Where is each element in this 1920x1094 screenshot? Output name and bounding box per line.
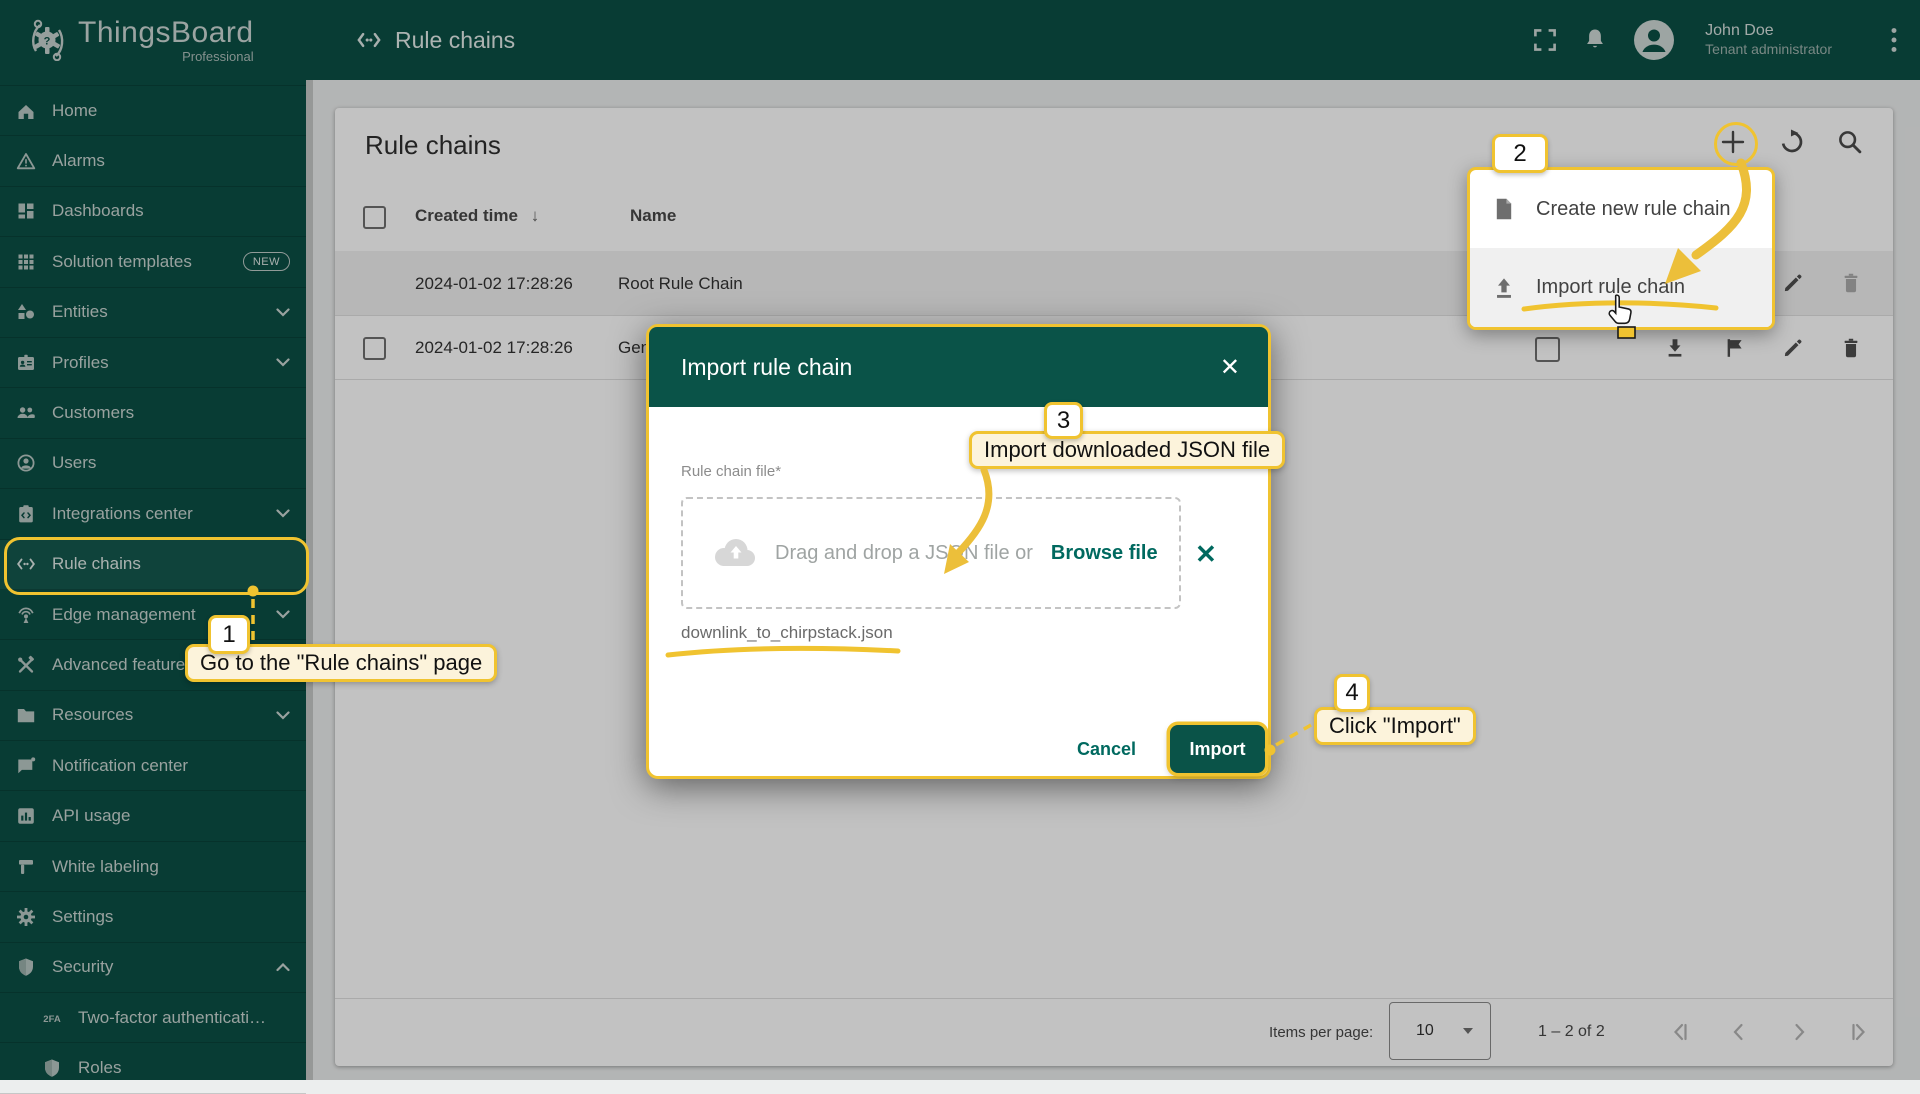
cancel-button[interactable]: Cancel bbox=[1077, 739, 1136, 760]
import-button[interactable]: Import bbox=[1170, 725, 1265, 773]
add-rule-chain-menu: Create new rule chain Import rule chain bbox=[1467, 167, 1775, 330]
dialog-title: Import rule chain bbox=[681, 354, 852, 381]
menu-item-import[interactable]: Import rule chain bbox=[1470, 248, 1772, 327]
upload-icon bbox=[1492, 276, 1516, 300]
step4-number-badge: 4 bbox=[1334, 674, 1370, 712]
cloud-upload-icon bbox=[711, 536, 757, 570]
import-rule-chain-dialog: Import rule chain ✕ Rule chain file* Dra… bbox=[646, 324, 1271, 779]
step2-number-badge: 2 bbox=[1492, 134, 1548, 173]
step1-number-badge: 1 bbox=[208, 615, 250, 654]
dropzone-text: Drag and drop a JSON file or bbox=[775, 542, 1033, 565]
thingsboard-app: { "brand": {"name": "ThingsBoard", "edit… bbox=[0, 0, 1920, 1080]
document-icon bbox=[1492, 197, 1516, 221]
dialog-header: Import rule chain ✕ bbox=[649, 327, 1268, 407]
menu-item-label: Create new rule chain bbox=[1536, 198, 1731, 221]
close-icon[interactable]: ✕ bbox=[1220, 353, 1240, 382]
file-field-label: Rule chain file* bbox=[681, 463, 781, 480]
step3-number-badge: 3 bbox=[1044, 402, 1083, 439]
clear-file-icon[interactable]: ✕ bbox=[1195, 539, 1217, 570]
menu-item-create-new[interactable]: Create new rule chain bbox=[1470, 170, 1772, 248]
step3-callout: Import downloaded JSON file bbox=[969, 431, 1285, 469]
browse-file-button[interactable]: Browse file bbox=[1051, 542, 1158, 565]
menu-item-label: Import rule chain bbox=[1536, 276, 1685, 299]
step4-callout: Click "Import" bbox=[1314, 707, 1476, 745]
selected-filename: downlink_to_chirpstack.json bbox=[681, 623, 893, 643]
file-dropzone[interactable]: Drag and drop a JSON file or Browse file bbox=[681, 497, 1181, 609]
